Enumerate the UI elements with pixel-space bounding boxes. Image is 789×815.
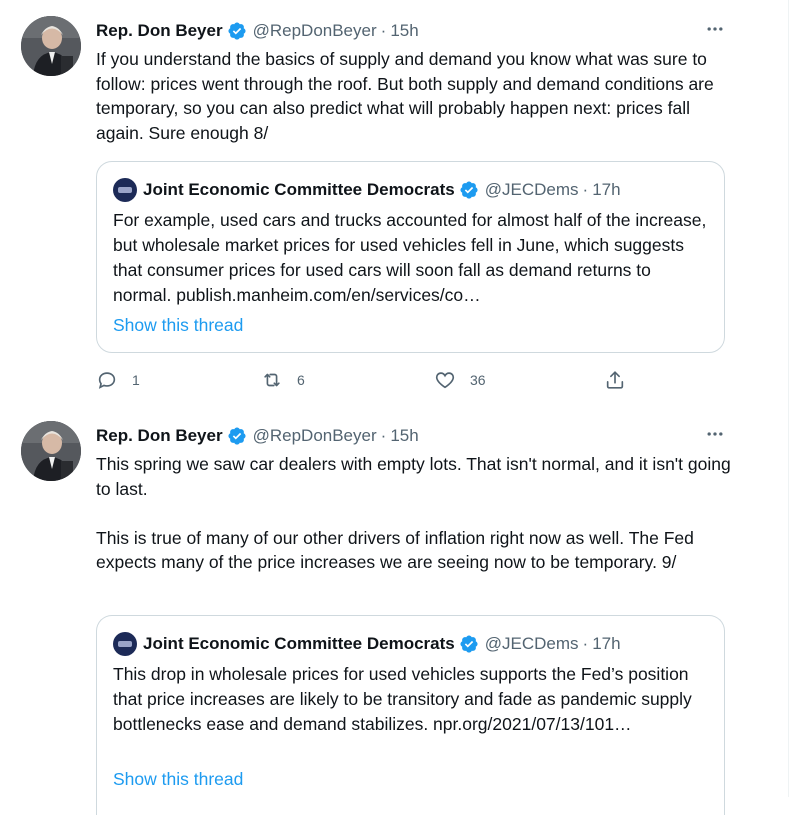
reply-count: 1 xyxy=(132,372,140,388)
retweet-count: 6 xyxy=(297,372,305,388)
separator: · xyxy=(380,21,387,40)
separator: · xyxy=(582,634,589,653)
heart-icon xyxy=(435,372,455,389)
author-handle[interactable]: @RepDonBeyer xyxy=(253,21,377,41)
tweet-paragraph: If you understand the basics of supply a… xyxy=(96,49,714,143)
avatar-image xyxy=(21,421,81,481)
quoted-avatar xyxy=(113,632,137,656)
verified-badge-icon xyxy=(228,427,246,445)
avatar[interactable] xyxy=(21,16,81,76)
quoted-timestamp: 17h xyxy=(592,634,621,653)
quoted-timestamp: 17h xyxy=(592,180,621,199)
retweet-icon xyxy=(264,373,280,387)
author-name[interactable]: Rep. Don Beyer xyxy=(96,21,223,41)
more-options-icon[interactable] xyxy=(704,424,726,444)
avatar[interactable] xyxy=(21,421,81,481)
verified-badge-icon xyxy=(460,635,478,653)
separator: · xyxy=(582,180,589,199)
quoted-tweet-text: This drop in wholesale prices for used v… xyxy=(113,664,692,734)
share-icon xyxy=(606,371,624,389)
more-options-icon[interactable] xyxy=(704,19,726,39)
quoted-tweet-header: Joint Economic Committee Democrats @JECD… xyxy=(113,632,621,656)
tweet-text: This spring we saw car dealers with empt… xyxy=(96,452,736,575)
reply-button[interactable]: 1 xyxy=(96,369,140,391)
show-thread-link[interactable]: Show this thread xyxy=(113,315,243,336)
verified-badge-icon xyxy=(460,181,478,199)
tweet-paragraph: This is true of many of our other driver… xyxy=(96,527,694,573)
author-handle[interactable]: @RepDonBeyer xyxy=(253,426,377,446)
show-thread-link[interactable]: Show this thread xyxy=(113,769,243,790)
author-name[interactable]: Rep. Don Beyer xyxy=(96,426,223,446)
timestamp[interactable]: 15h xyxy=(390,426,418,446)
quoted-author-handle: @JECDems xyxy=(484,180,579,199)
quoted-author-name: Joint Economic Committee Democrats xyxy=(143,180,455,199)
timestamp[interactable]: 15h xyxy=(390,21,418,41)
share-button[interactable] xyxy=(604,369,626,391)
tweet-header: Rep. Don Beyer @RepDonBeyer · 15h xyxy=(96,19,419,43)
tweet-header: Rep. Don Beyer @RepDonBeyer · 15h xyxy=(96,424,419,448)
quoted-tweet[interactable]: Joint Economic Committee Democrats @JECD… xyxy=(96,615,725,815)
like-count: 36 xyxy=(470,372,486,388)
like-button[interactable]: 36 xyxy=(434,369,486,391)
avatar-image xyxy=(21,16,81,76)
tweet-text: If you understand the basics of supply a… xyxy=(96,47,736,145)
quoted-tweet-text: For example, used cars and trucks accoun… xyxy=(113,210,707,305)
tweet[interactable]: Rep. Don Beyer @RepDonBeyer · 15h If you… xyxy=(0,0,786,410)
reply-icon xyxy=(98,372,116,389)
quoted-author-handle: @JECDems xyxy=(484,634,579,653)
verified-badge-icon xyxy=(228,22,246,40)
separator: · xyxy=(380,426,387,445)
tweet-actions: 1 6 36 xyxy=(96,369,656,393)
tweet[interactable]: Rep. Don Beyer @RepDonBeyer · 15h This s… xyxy=(0,410,786,815)
quoted-author-name: Joint Economic Committee Democrats xyxy=(143,634,455,653)
quoted-tweet[interactable]: Joint Economic Committee Democrats @JECD… xyxy=(96,161,725,353)
tweet-paragraph: This spring we saw car dealers with empt… xyxy=(96,454,731,499)
quoted-avatar xyxy=(113,178,137,202)
quoted-tweet-header: Joint Economic Committee Democrats @JECD… xyxy=(113,178,621,202)
retweet-button[interactable]: 6 xyxy=(261,369,305,391)
